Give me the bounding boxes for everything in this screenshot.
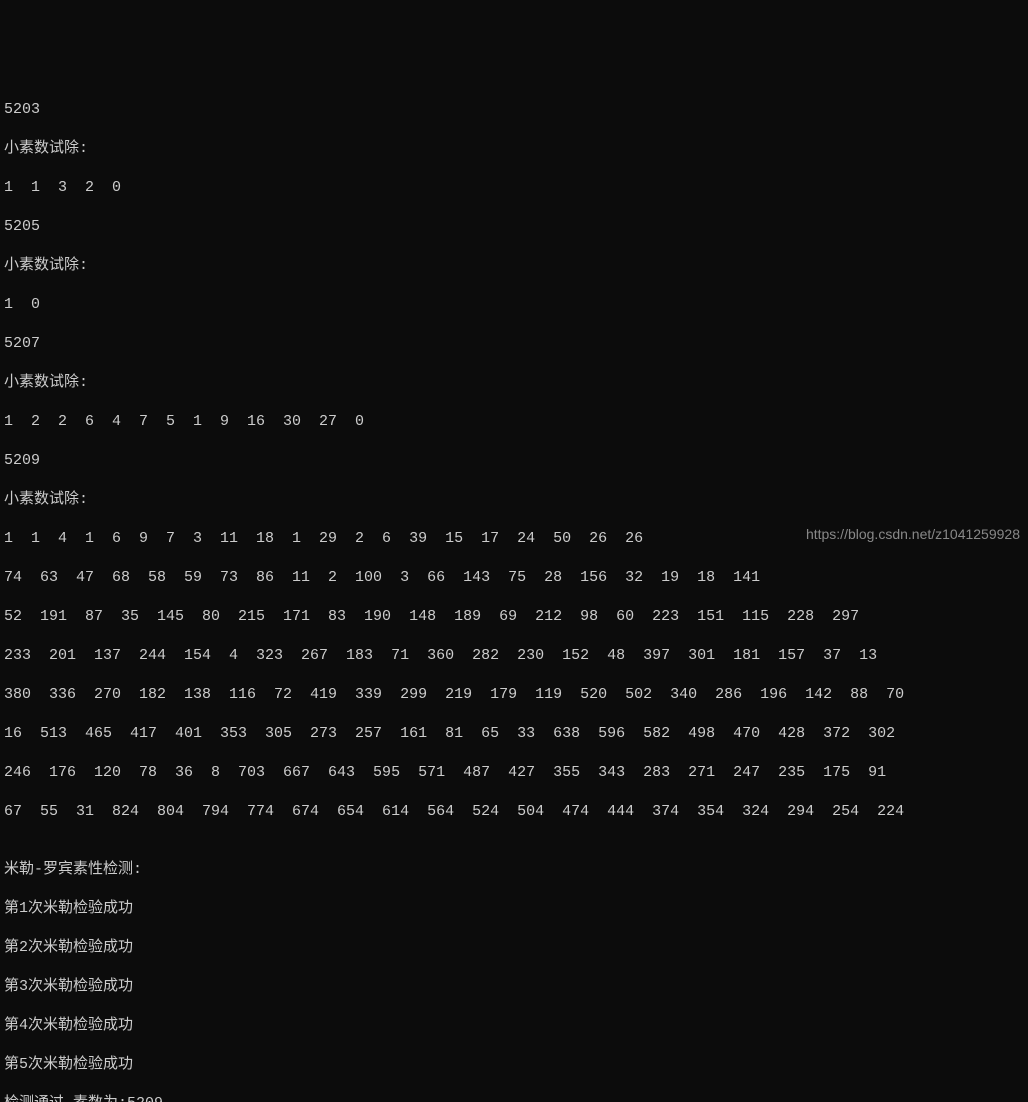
terminal-line: 246 176 120 78 36 8 703 667 643 595 571 …: [4, 763, 1024, 783]
terminal-line: 检测通过,素数为:5209: [4, 1094, 1024, 1102]
terminal-line: 5209: [4, 451, 1024, 471]
terminal-line: 233 201 137 244 154 4 323 267 183 71 360…: [4, 646, 1024, 666]
terminal-line: 小素数试除:: [4, 490, 1024, 510]
terminal-line: 74 63 47 68 58 59 73 86 11 2 100 3 66 14…: [4, 568, 1024, 588]
terminal-line: 米勒-罗宾素性检测:: [4, 860, 1024, 880]
terminal-line: 第5次米勒检验成功: [4, 1055, 1024, 1075]
terminal-line: 第3次米勒检验成功: [4, 977, 1024, 997]
terminal-line: 52 191 87 35 145 80 215 171 83 190 148 1…: [4, 607, 1024, 627]
terminal-line: 小素数试除:: [4, 139, 1024, 159]
terminal-line: 第4次米勒检验成功: [4, 1016, 1024, 1036]
terminal-line: 380 336 270 182 138 116 72 419 339 299 2…: [4, 685, 1024, 705]
terminal-line: 小素数试除:: [4, 373, 1024, 393]
terminal-line: 5205: [4, 217, 1024, 237]
terminal-line: 1 1 3 2 0: [4, 178, 1024, 198]
terminal-line: 67 55 31 824 804 794 774 674 654 614 564…: [4, 802, 1024, 822]
terminal-line: 第1次米勒检验成功: [4, 899, 1024, 919]
terminal-line: 5203: [4, 100, 1024, 120]
terminal-line: 1 0: [4, 295, 1024, 315]
terminal-line: 5207: [4, 334, 1024, 354]
watermark-text: https://blog.csdn.net/z1041259928: [806, 525, 1020, 543]
terminal-line: 16 513 465 417 401 353 305 273 257 161 8…: [4, 724, 1024, 744]
terminal-output: 5203 小素数试除: 1 1 3 2 0 5205 小素数试除: 1 0 52…: [0, 78, 1028, 1102]
terminal-line: 小素数试除:: [4, 256, 1024, 276]
terminal-line: 第2次米勒检验成功: [4, 938, 1024, 958]
terminal-line: 1 2 2 6 4 7 5 1 9 16 30 27 0: [4, 412, 1024, 432]
